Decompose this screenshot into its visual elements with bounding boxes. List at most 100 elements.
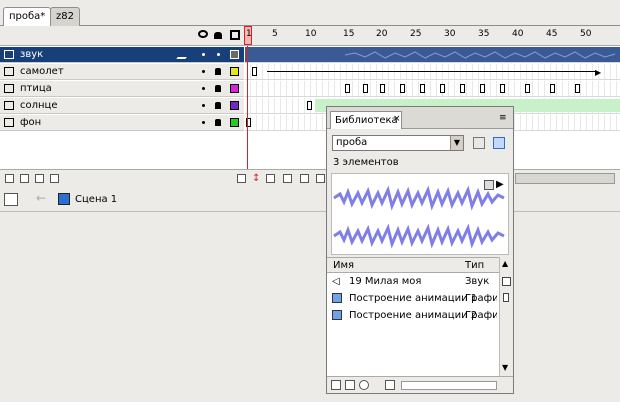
lock-icon[interactable] [214, 32, 222, 39]
list-item[interactable]: Построение анимации 2 Графика [327, 307, 499, 324]
frame-ruler[interactable]: 1 5 10 15 20 25 30 35 40 45 50 [0, 26, 620, 46]
onion-outline-icon[interactable] [283, 174, 292, 183]
tab-proba[interactable]: проба* [3, 7, 52, 27]
pencil-icon [176, 50, 193, 59]
timeline-toggle-icon[interactable] [4, 193, 18, 206]
keyframe[interactable] [525, 84, 530, 93]
tween-arrow [267, 71, 597, 72]
keyframe[interactable] [500, 84, 505, 93]
lock-icon[interactable] [215, 102, 221, 109]
sort-icon[interactable]: ▲ [502, 259, 508, 268]
lock-dot[interactable] [217, 53, 220, 56]
layer-color-box[interactable] [230, 101, 239, 110]
sound-waveform [344, 51, 616, 59]
new-folder-icon[interactable] [345, 380, 355, 390]
visible-dot[interactable] [202, 70, 205, 73]
keyframe[interactable] [440, 84, 445, 93]
back-arrow-icon[interactable]: ← [36, 191, 46, 205]
panel-menu-icon[interactable]: ≡ [499, 113, 507, 123]
eye-icon[interactable] [198, 30, 208, 38]
stop-button[interactable] [484, 180, 494, 190]
close-icon[interactable]: × [393, 114, 401, 124]
edit-multiple-icon[interactable] [300, 174, 309, 183]
layer-name: солнце [20, 100, 58, 111]
list-item[interactable]: Построение анимации 1 Графика [327, 290, 499, 307]
properties-icon[interactable] [359, 380, 369, 390]
list-item[interactable]: ◁ 19 Милая моя Звук [327, 273, 499, 290]
stage-area[interactable] [0, 212, 620, 402]
column-name[interactable]: Имя [333, 260, 354, 271]
keyframe[interactable] [307, 101, 312, 110]
scroll-down-icon[interactable]: ▼ [502, 363, 508, 372]
ruler-number: 15 [343, 29, 355, 39]
onion-markers-icon[interactable] [316, 174, 325, 183]
ruler-number: 45 [546, 29, 558, 39]
visible-dot[interactable] [202, 53, 205, 56]
wide-view-icon[interactable] [502, 277, 511, 286]
visible-dot[interactable] [202, 87, 205, 90]
keyframe[interactable] [575, 84, 580, 93]
library-vscroll[interactable]: ▲ ▼ [499, 257, 513, 376]
folder-icon[interactable] [35, 174, 44, 183]
layer-color-box[interactable] [230, 84, 239, 93]
layer-zvuk[interactable]: звук [0, 47, 244, 63]
layer-color-box[interactable] [230, 118, 239, 127]
outline-icon[interactable] [230, 30, 240, 40]
layer-icon [4, 101, 14, 110]
narrow-view-icon[interactable] [503, 293, 509, 302]
library-tab[interactable]: Библиотека × [330, 111, 402, 129]
layer-ptitsa[interactable]: птица [0, 81, 244, 97]
chevron-down-icon[interactable]: ▼ [450, 136, 463, 150]
layer-color-box[interactable] [230, 67, 239, 76]
ruler-number: 20 [376, 29, 388, 39]
layer-samolet[interactable]: самолет [0, 64, 244, 80]
trash-icon[interactable] [385, 380, 395, 390]
visible-dot[interactable] [202, 104, 205, 107]
keyframe[interactable] [380, 84, 385, 93]
ruler-number: 50 [580, 29, 592, 39]
keyframe[interactable] [460, 84, 465, 93]
column-type[interactable]: Тип [465, 260, 484, 271]
keyframe[interactable] [400, 84, 405, 93]
ruler-number: 40 [512, 29, 524, 39]
lock-icon[interactable] [215, 119, 221, 126]
keyframe[interactable] [480, 84, 485, 93]
library-document-select[interactable]: проба ▼ [332, 135, 464, 151]
play-button[interactable]: ▶ [496, 179, 504, 190]
timeline-hscroll[interactable] [515, 173, 615, 184]
item-type: Графика [465, 310, 497, 321]
layer-fon[interactable]: фон [0, 115, 244, 131]
center-frame-icon[interactable]: ↕ [252, 173, 260, 184]
scroll-icon[interactable] [237, 174, 246, 183]
onion-skin-icon[interactable] [266, 174, 275, 183]
layer-solntse[interactable]: солнце [0, 98, 244, 114]
pin-icon[interactable] [473, 137, 485, 149]
keyframe[interactable] [345, 84, 350, 93]
keyframe[interactable] [252, 67, 257, 76]
lock-icon[interactable] [215, 68, 221, 75]
scene-label[interactable]: Сцена 1 [75, 194, 117, 205]
keyframe[interactable] [420, 84, 425, 93]
layer-name: самолет [20, 66, 64, 77]
keyframe[interactable] [550, 84, 555, 93]
library-hscroll[interactable] [401, 381, 497, 390]
visible-dot[interactable] [202, 121, 205, 124]
motion-guide-icon[interactable] [20, 174, 29, 183]
frames-row-samolet[interactable]: ▶ [245, 64, 620, 80]
trash-icon[interactable] [50, 174, 59, 183]
new-layer-icon[interactable] [5, 174, 14, 183]
tab-z82[interactable]: z82 [50, 7, 80, 26]
frames-row-zvuk[interactable] [245, 47, 620, 63]
keyframe[interactable] [363, 84, 368, 93]
ruler-number: 10 [305, 29, 317, 39]
tab-label: проба* [9, 11, 46, 22]
new-symbol-icon[interactable] [331, 380, 341, 390]
scene-bar: ← Сцена 1 [0, 188, 620, 212]
sound-icon: ◁ [332, 276, 340, 287]
item-name: Построение анимации 2 [349, 310, 478, 321]
new-library-panel-icon[interactable] [493, 137, 505, 149]
lock-icon[interactable] [215, 85, 221, 92]
frames-row-ptitsa[interactable] [245, 81, 620, 97]
layer-name: фон [20, 117, 42, 128]
layer-color-box[interactable] [230, 50, 239, 59]
